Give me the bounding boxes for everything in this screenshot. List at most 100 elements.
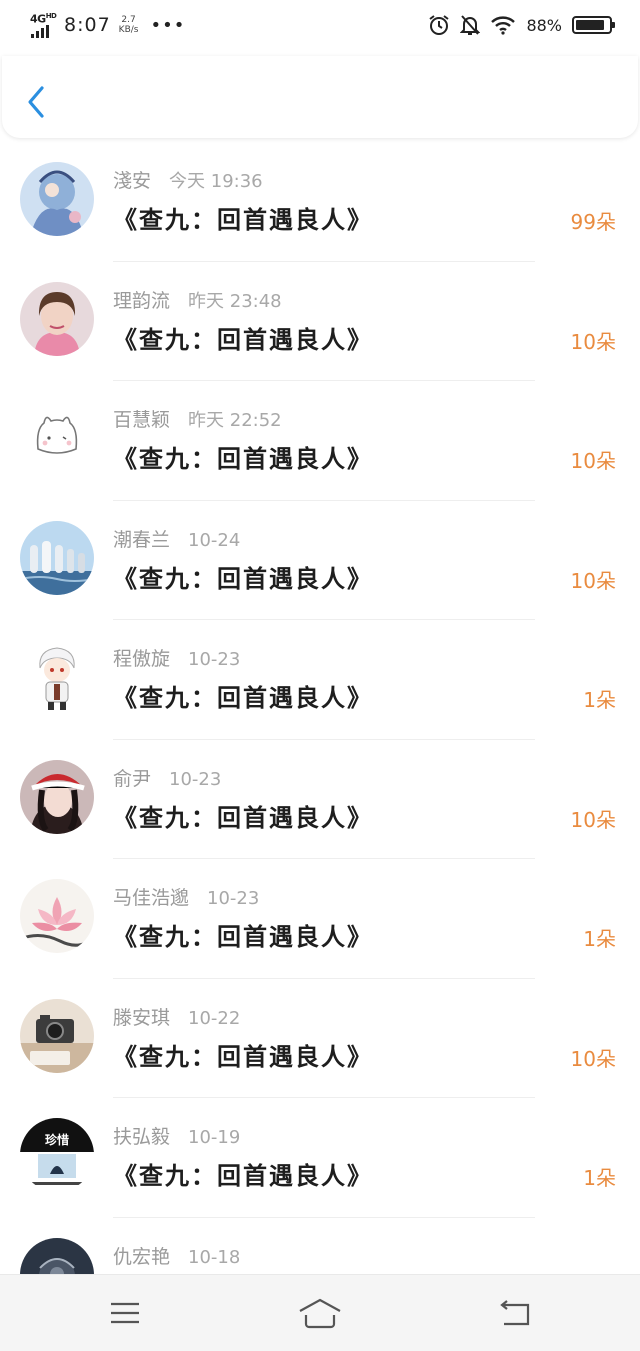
back-nav-button[interactable] xyxy=(494,1297,538,1331)
sender-info: 马佳浩邈 10-23 xyxy=(113,883,259,910)
sender-info: 百慧颖 昨天 22:52 xyxy=(113,405,282,432)
book-title: 《查九：回首遇良人》 xyxy=(113,803,373,832)
gift-time: 今天 19:36 xyxy=(169,171,263,192)
gift-time: 10-23 xyxy=(207,888,260,909)
back-button[interactable] xyxy=(20,82,52,122)
sender-info: 程傲旋 10-23 xyxy=(113,644,240,671)
signal-icon: 4GHD xyxy=(30,12,57,38)
book-title: 《查九：回首遇良人》 xyxy=(113,325,373,354)
gift-time: 昨天 23:48 xyxy=(188,290,282,312)
gift-record-row[interactable]: 珍惜 扶弘毅 10-19 《查九：回首遇良人》 1朵 xyxy=(0,1098,640,1218)
flower-count: 1朵 xyxy=(583,927,616,951)
avatar-image xyxy=(20,401,94,475)
network-sup: HD xyxy=(45,12,57,20)
avatar[interactable] xyxy=(20,401,94,475)
flower-count: 10朵 xyxy=(570,329,616,354)
sender-name: 俞尹 xyxy=(113,767,152,790)
avatar-image xyxy=(20,998,94,1073)
sender-name: 扶弘毅 xyxy=(113,1126,171,1148)
avatar[interactable] xyxy=(20,640,94,714)
gift-time: 10-19 xyxy=(188,1127,241,1148)
gift-record-row[interactable]: 程傲旋 10-23 《查九：回首遇良人》 1朵 xyxy=(0,620,640,740)
avatar[interactable] xyxy=(20,998,94,1073)
gift-record-row[interactable]: 潮春兰 10-24 《查九：回首遇良人》 10朵 xyxy=(0,501,640,620)
gift-time: 昨天 22:52 xyxy=(188,410,282,431)
book-title: 《查九：回首遇良人》 xyxy=(113,445,373,473)
gift-record-row[interactable]: 俞尹 10-23 《查九：回首遇良人》 10朵 xyxy=(0,740,640,859)
sender-info: 俞尹 10-23 xyxy=(113,764,221,791)
speed-value: 2.7 xyxy=(121,15,136,25)
top-app-bar xyxy=(2,56,638,138)
avatar-image xyxy=(20,520,94,595)
avatar-image xyxy=(20,281,94,356)
battery-icon xyxy=(572,16,615,34)
wifi-icon xyxy=(491,16,516,35)
back-icon xyxy=(500,1300,530,1326)
sender-name: 马佳浩邈 xyxy=(113,887,190,909)
menu-button[interactable] xyxy=(103,1297,147,1331)
home-button[interactable] xyxy=(297,1297,341,1331)
avatar[interactable] xyxy=(20,162,94,236)
gift-time: 10-18 xyxy=(188,1246,241,1268)
book-title: 《查九：回首遇良人》 xyxy=(113,1162,373,1190)
mute-bell-icon xyxy=(460,15,481,35)
network-type: 4G xyxy=(30,12,46,26)
sender-name: 潮春兰 xyxy=(113,528,171,551)
sender-name: 仇宏艳 xyxy=(113,1245,171,1268)
gift-record-row[interactable]: 滕安琪 10-22 《查九：回首遇良人》 10朵 xyxy=(0,979,640,1098)
sender-name: 理韵流 xyxy=(113,289,171,312)
system-navigation-bar xyxy=(0,1274,640,1351)
flower-count: 10朵 xyxy=(570,568,616,593)
flower-count: 1朵 xyxy=(583,688,616,712)
gift-record-row[interactable]: 理韵流 昨天 23:48 《查九：回首遇良人》 10朵 xyxy=(0,262,640,381)
avatar-image xyxy=(20,640,94,714)
avatar-image: 珍惜 xyxy=(20,1118,94,1192)
speed-unit: KB/s xyxy=(118,25,139,35)
gift-record-row[interactable]: 马佳浩邈 10-23 《查九：回首遇良人》 1朵 xyxy=(0,859,640,979)
sender-info: 理韵流 昨天 23:48 xyxy=(113,286,282,313)
book-title: 《查九：回首遇良人》 xyxy=(113,684,373,712)
avatar-text: 珍惜 xyxy=(45,1132,69,1147)
book-title: 《查九：回首遇良人》 xyxy=(113,206,373,234)
avatar[interactable] xyxy=(20,281,94,356)
book-title: 《查九：回首遇良人》 xyxy=(113,1042,373,1071)
sender-name: 滕安琪 xyxy=(113,1006,171,1029)
avatar[interactable]: 珍惜 xyxy=(20,1118,94,1192)
menu-icon xyxy=(111,1302,139,1324)
gift-time: 10-24 xyxy=(188,529,241,551)
book-title: 《查九：回首遇良人》 xyxy=(113,923,373,951)
avatar-image xyxy=(20,879,94,953)
avatar[interactable] xyxy=(20,759,94,834)
sender-info: 潮春兰 10-24 xyxy=(113,525,240,552)
gift-record-row[interactable]: 淺安 今天 19:36 《查九：回首遇良人》 99朵 xyxy=(0,142,640,262)
avatar[interactable] xyxy=(20,879,94,953)
network-speed: 2.7 KB/s xyxy=(119,15,139,35)
sender-name: 淺安 xyxy=(113,170,152,192)
more-notifications-icon: ••• xyxy=(150,14,186,36)
clock: 8:07 xyxy=(64,14,111,36)
flower-count: 10朵 xyxy=(570,449,616,473)
alarm-icon xyxy=(429,15,450,35)
flower-count: 1朵 xyxy=(583,1166,616,1190)
gift-time: 10-23 xyxy=(169,768,222,790)
gift-record-list: 淺安 今天 19:36 《查九：回首遇良人》 99朵理韵流 昨天 23:48 《查九：回首… xyxy=(0,142,640,1337)
gift-time: 10-23 xyxy=(188,649,241,670)
flower-count: 99朵 xyxy=(570,210,616,234)
gift-time: 10-22 xyxy=(188,1007,241,1029)
avatar-image xyxy=(20,759,94,834)
sender-info: 滕安琪 10-22 xyxy=(113,1003,240,1030)
book-title: 《查九：回首遇良人》 xyxy=(113,564,373,593)
sender-name: 程傲旋 xyxy=(113,648,171,670)
sender-info: 扶弘毅 10-19 xyxy=(113,1122,240,1149)
flower-count: 10朵 xyxy=(570,807,616,832)
gift-record-row[interactable]: 百慧颖 昨天 22:52 《查九：回首遇良人》 10朵 xyxy=(0,381,640,501)
flower-count: 10朵 xyxy=(570,1046,616,1071)
avatar[interactable] xyxy=(20,520,94,595)
sender-name: 百慧颖 xyxy=(113,409,171,431)
battery-percent: 88% xyxy=(526,15,562,35)
sender-info: 仇宏艳 10-18 xyxy=(113,1242,240,1269)
avatar-image xyxy=(20,162,94,236)
status-bar: 4GHD 8:07 2.7 KB/s ••• 88% xyxy=(0,0,640,56)
chevron-left-icon xyxy=(28,86,44,118)
sender-info: 淺安 今天 19:36 xyxy=(113,166,263,193)
